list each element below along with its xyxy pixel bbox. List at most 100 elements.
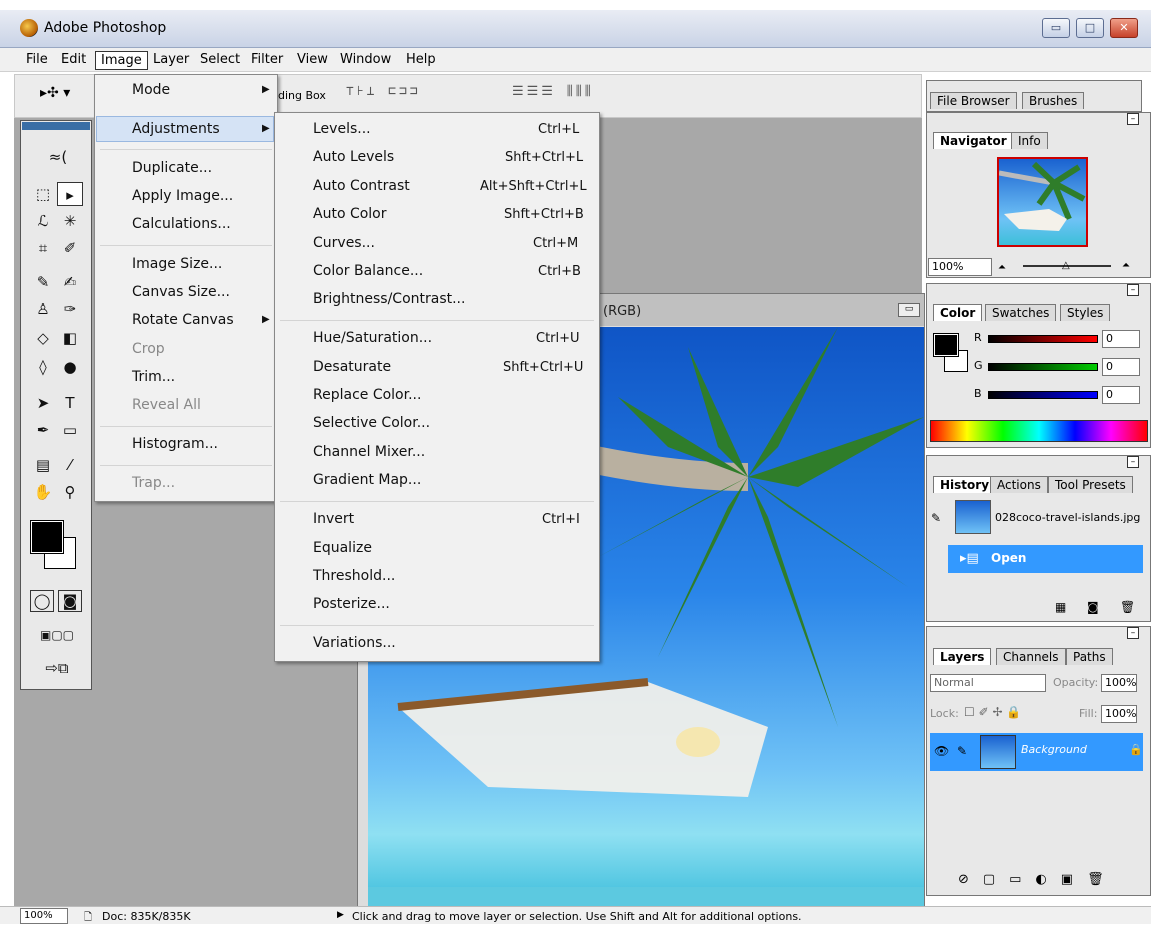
eyedropper-tool-icon[interactable]: ⁄ (57, 453, 83, 477)
menu-item-selective-color[interactable]: Selective Color... (313, 415, 430, 431)
menu-item-hue-saturation[interactable]: Hue/Saturation... (313, 330, 432, 346)
tab-paths[interactable]: Paths (1066, 648, 1113, 665)
panel-minimize-icon[interactable]: – (1127, 113, 1139, 125)
feather-logo-icon[interactable]: ≈( (33, 145, 83, 169)
menu-filter[interactable]: Filter (246, 51, 288, 70)
type-tool-icon[interactable]: T (57, 391, 83, 415)
gradient-tool-icon[interactable]: ◧ (57, 326, 83, 350)
menu-item-auto-contrast[interactable]: Auto Contrast (313, 178, 410, 194)
tab-info[interactable]: Info (1011, 132, 1048, 149)
maximize-button[interactable]: □ (1076, 18, 1104, 38)
status-arrow-icon[interactable]: ▶ (337, 910, 344, 920)
menu-item-auto-levels[interactable]: Auto Levels (313, 149, 394, 165)
menu-item-replace-color[interactable]: Replace Color... (313, 387, 421, 403)
zoom-tool-icon[interactable]: ⚲ (57, 480, 83, 504)
menu-item-histogram[interactable]: Histogram... (132, 436, 218, 452)
dodge-tool-icon[interactable]: ● (57, 355, 83, 379)
menu-item-mode[interactable]: Mode (132, 82, 170, 98)
marquee-tool-icon[interactable]: ⬚ (30, 182, 56, 206)
menu-item-curves[interactable]: Curves... (313, 235, 375, 251)
menu-window[interactable]: Window (335, 51, 396, 70)
channel-r-value[interactable]: 0 (1102, 330, 1140, 348)
foreground-color-swatch[interactable] (30, 520, 64, 554)
tab-swatches[interactable]: Swatches (985, 304, 1057, 321)
zoom-slider-thumb-icon[interactable]: △ (1062, 260, 1070, 271)
document-minimize-button[interactable]: ▭ (898, 303, 920, 317)
magic-wand-icon[interactable]: ✳ (57, 209, 83, 233)
path-selection-icon[interactable]: ➤ (30, 391, 56, 415)
menu-item-posterize[interactable]: Posterize... (313, 596, 390, 612)
shape-tool-icon[interactable]: ▭ (57, 418, 83, 442)
slice-tool-icon[interactable]: ✐ (57, 236, 83, 260)
panel-minimize-icon[interactable]: – (1127, 456, 1139, 468)
layer-actions-icons[interactable]: ⊘▢▭◐▣🗑 (958, 872, 1118, 887)
menu-item-trim[interactable]: Trim... (132, 369, 175, 385)
menu-item-color-balance[interactable]: Color Balance... (313, 263, 423, 279)
trash-icon[interactable]: 🗑 (1120, 600, 1135, 614)
tab-brushes[interactable]: Brushes (1022, 92, 1085, 109)
clone-stamp-icon[interactable]: ♙ (30, 297, 56, 321)
minimize-button[interactable]: ▭ (1042, 18, 1070, 38)
history-state-label[interactable]: Open (991, 551, 1026, 565)
menu-item-image-size[interactable]: Image Size... (132, 256, 222, 272)
distribute-buttons-icon[interactable]: ☰☰☰ ⫼⫼⫼ (512, 84, 594, 108)
menu-item-apply-image[interactable]: Apply Image... (132, 188, 233, 204)
menu-view[interactable]: View (292, 51, 333, 70)
menu-item-crop[interactable]: Crop (132, 341, 165, 357)
snapshot-thumbnail[interactable] (955, 500, 991, 534)
opacity-field[interactable]: 100% (1101, 674, 1137, 692)
menu-image[interactable]: Image (95, 51, 148, 70)
history-brush-icon[interactable]: ✑ (57, 297, 83, 321)
menu-item-gradient-map[interactable]: Gradient Map... (313, 472, 421, 488)
menu-item-rotate-canvas[interactable]: Rotate Canvas (132, 312, 234, 328)
menu-file[interactable]: File (21, 51, 53, 70)
channel-g-value[interactable]: 0 (1102, 358, 1140, 376)
new-snapshot-icon[interactable]: ◙ (1087, 600, 1099, 614)
navigator-zoom-field[interactable]: 100% (928, 258, 992, 276)
channel-g-slider[interactable] (988, 363, 1098, 371)
menu-item-variations[interactable]: Variations... (313, 635, 396, 651)
menu-item-calculations[interactable]: Calculations... (132, 216, 231, 232)
menu-item-trap[interactable]: Trap... (132, 475, 175, 491)
healing-brush-icon[interactable]: ✎ (30, 270, 56, 294)
menu-item-threshold[interactable]: Threshold... (313, 568, 395, 584)
tab-history[interactable]: History (933, 476, 997, 493)
color-ramp[interactable] (930, 420, 1148, 442)
jump-to-imageready-icon[interactable]: ⇨⧉ (28, 656, 86, 680)
color-fg-swatch[interactable] (933, 333, 959, 357)
move-tool-icon[interactable]: ▸ (57, 182, 83, 206)
tab-actions[interactable]: Actions (990, 476, 1048, 493)
notes-tool-icon[interactable]: ▤ (30, 453, 56, 477)
zoom-in-icon[interactable]: ⏶ (1122, 260, 1130, 271)
eraser-tool-icon[interactable]: ◇ (30, 326, 56, 350)
menu-layer[interactable]: Layer (148, 51, 194, 70)
tab-tool-presets[interactable]: Tool Presets (1048, 476, 1133, 493)
layer-name[interactable]: Background (1021, 743, 1087, 756)
crop-tool-icon[interactable]: ⌗ (30, 236, 56, 260)
history-snapshot-label[interactable]: 028coco-travel-islands.jpg (995, 511, 1140, 524)
hand-tool-icon[interactable]: ✋ (30, 480, 56, 504)
lasso-tool-icon[interactable]: ℒ (30, 209, 56, 233)
close-button[interactable]: ✕ (1110, 18, 1138, 38)
menu-item-desaturate[interactable]: Desaturate (313, 359, 391, 375)
zoom-out-icon[interactable]: ⏶ (998, 262, 1006, 273)
history-brush-source-icon[interactable]: ✎ (931, 511, 941, 525)
navigator-thumbnail[interactable] (997, 157, 1088, 247)
menu-item-adjustments[interactable]: Adjustments (132, 121, 220, 137)
move-tool-preset-icon[interactable]: ▸✣ ▾ (40, 85, 70, 101)
menu-item-invert[interactable]: Invert (313, 511, 354, 527)
tab-layers[interactable]: Layers (933, 648, 992, 665)
menu-item-levels[interactable]: Levels... (313, 121, 371, 137)
show-bounding-box-label[interactable]: ding Box (278, 89, 326, 102)
standard-mode-icon[interactable]: ◯ (30, 590, 54, 612)
brush-tool-icon[interactable]: ✍ (57, 270, 83, 294)
status-doc-size[interactable]: Doc: 835K/835K (102, 910, 191, 923)
menu-select[interactable]: Select (195, 51, 245, 70)
tab-color[interactable]: Color (933, 304, 983, 321)
menu-item-canvas-size[interactable]: Canvas Size... (132, 284, 230, 300)
panel-minimize-icon[interactable]: – (1127, 284, 1139, 296)
new-document-icon[interactable]: ▦ (1055, 600, 1066, 614)
status-zoom-field[interactable]: 100% (20, 908, 68, 924)
tab-navigator[interactable]: Navigator (933, 132, 1014, 149)
menu-item-duplicate[interactable]: Duplicate... (132, 160, 212, 176)
